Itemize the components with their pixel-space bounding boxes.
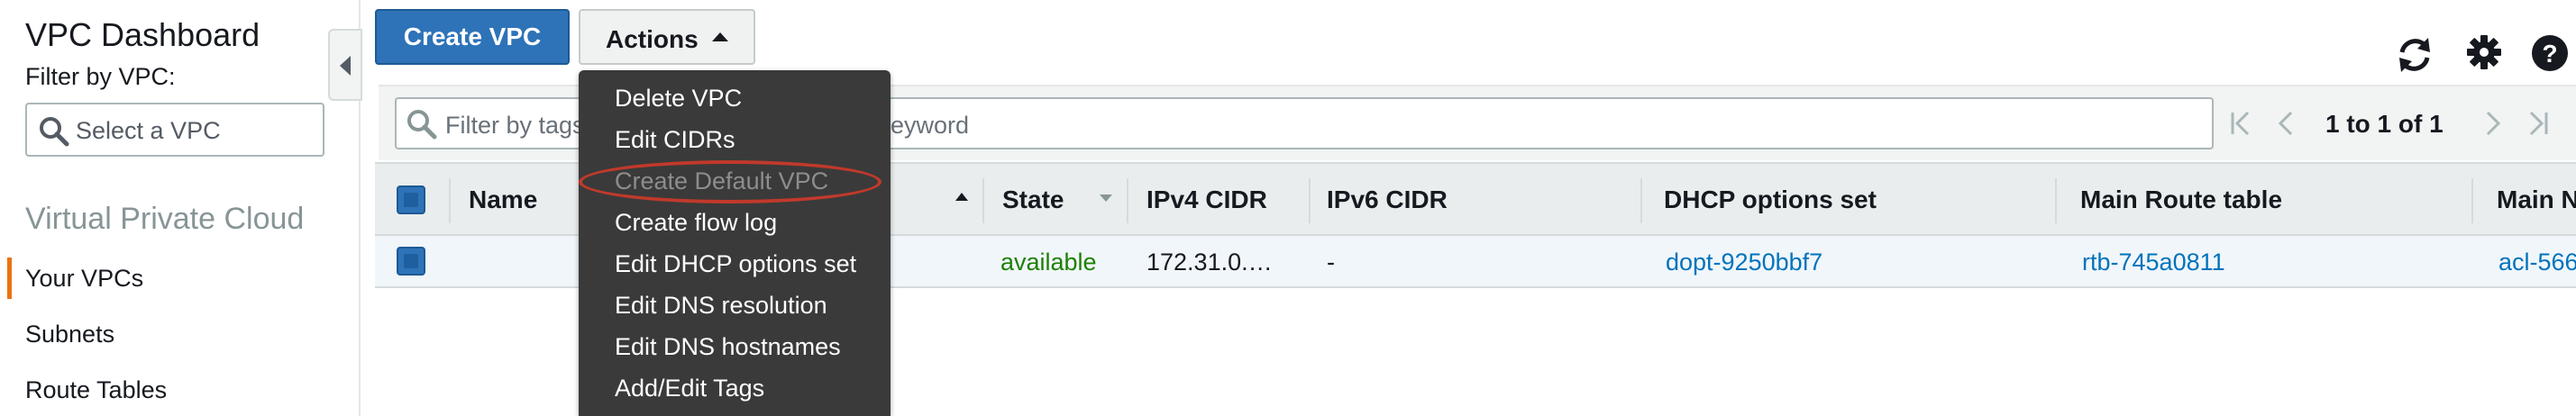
column-divider (2471, 178, 2473, 223)
create-vpc-button[interactable]: Create VPC (375, 9, 570, 65)
sidebar-title[interactable]: VPC Dashboard (25, 16, 260, 54)
select-all-checkbox[interactable] (397, 185, 425, 214)
row-checkbox[interactable] (397, 247, 425, 276)
sidebar-item-subnets[interactable]: Subnets (25, 321, 114, 348)
column-header-main-route-table[interactable]: Main Route table (2080, 185, 2282, 214)
column-divider (1640, 178, 1642, 223)
sidebar-item-your-vpcs[interactable]: Your VPCs (25, 265, 143, 293)
menu-item-delete-vpc[interactable]: Delete VPC (615, 85, 742, 113)
menu-item-edit-dns-resolution[interactable]: Edit DNS resolution (615, 292, 827, 320)
menu-item-edit-dhcp-options[interactable]: Edit DHCP options set (615, 250, 856, 278)
sidebar: VPC Dashboard Filter by VPC: Select a VP… (0, 0, 361, 416)
sidebar-collapse-button[interactable] (328, 29, 362, 101)
cell-route-table-link[interactable]: rtb-745a0811 (2082, 249, 2225, 276)
column-header-main-network-acl[interactable]: Main N (2497, 185, 2576, 214)
column-divider (1309, 178, 1311, 223)
menu-item-edit-dns-hostnames[interactable]: Edit DNS hostnames (615, 333, 841, 361)
column-header-state[interactable]: State (1002, 185, 1064, 214)
cell-network-acl-link[interactable]: acl-566 (2498, 249, 2576, 276)
actions-button[interactable]: Actions (579, 9, 755, 65)
help-icon[interactable]: ? (2531, 34, 2569, 72)
first-page-icon[interactable] (2228, 110, 2255, 137)
menu-item-add-edit-tags[interactable]: Add/Edit Tags (615, 375, 764, 402)
active-indicator (7, 258, 12, 299)
search-icon (407, 110, 437, 140)
filter-placeholder-tail: eyword (891, 112, 970, 139)
column-divider (1127, 178, 1128, 223)
column-header-name[interactable]: Name (469, 185, 537, 214)
column-header-ipv4-cidr[interactable]: IPv4 CIDR (1146, 185, 1267, 214)
prev-page-icon[interactable] (2273, 110, 2300, 137)
last-page-icon[interactable] (2524, 110, 2551, 137)
column-divider (449, 178, 451, 223)
column-divider (982, 178, 984, 223)
column-header-ipv6-cidr[interactable]: IPv6 CIDR (1327, 185, 1448, 214)
next-page-icon[interactable] (2479, 110, 2506, 137)
sort-descending-icon[interactable] (1100, 194, 1112, 202)
cell-dhcp-options-link[interactable]: dopt-9250bbf7 (1666, 249, 1822, 276)
actions-button-label: Actions (606, 25, 699, 53)
chevron-left-icon (340, 56, 351, 76)
sidebar-section-title: Virtual Private Cloud (25, 202, 305, 236)
gear-icon[interactable] (2466, 34, 2502, 70)
chevron-up-icon (712, 32, 728, 41)
vpc-select-placeholder: Select a VPC (76, 117, 221, 144)
column-header-dhcp-options[interactable]: DHCP options set (1664, 185, 1877, 214)
cell-ipv4-cidr: 172.31.0.… (1146, 249, 1273, 276)
svg-text:?: ? (2542, 40, 2557, 68)
search-icon (40, 117, 69, 147)
filter-by-vpc-label: Filter by VPC: (25, 63, 176, 90)
pagination-text: 1 to 1 of 1 (2325, 110, 2444, 138)
column-divider (2055, 178, 2057, 223)
refresh-icon[interactable] (2394, 34, 2435, 76)
sort-ascending-icon[interactable] (955, 193, 968, 201)
vpc-select[interactable]: Select a VPC (25, 103, 324, 157)
menu-item-create-flow-log[interactable]: Create flow log (615, 209, 777, 237)
filter-placeholder: Filter by tags (445, 112, 585, 139)
vpc-console: VPC Dashboard Filter by VPC: Select a VP… (0, 0, 2576, 416)
menu-item-edit-cidrs[interactable]: Edit CIDRs (615, 126, 735, 154)
sidebar-item-route-tables[interactable]: Route Tables (25, 376, 167, 404)
actions-menu: Delete VPC Edit CIDRs Create Default VPC… (579, 70, 891, 416)
annotation-highlight-ellipse (579, 160, 882, 203)
cell-state: available (1000, 249, 1097, 276)
cell-ipv6-cidr: - (1327, 249, 1335, 276)
